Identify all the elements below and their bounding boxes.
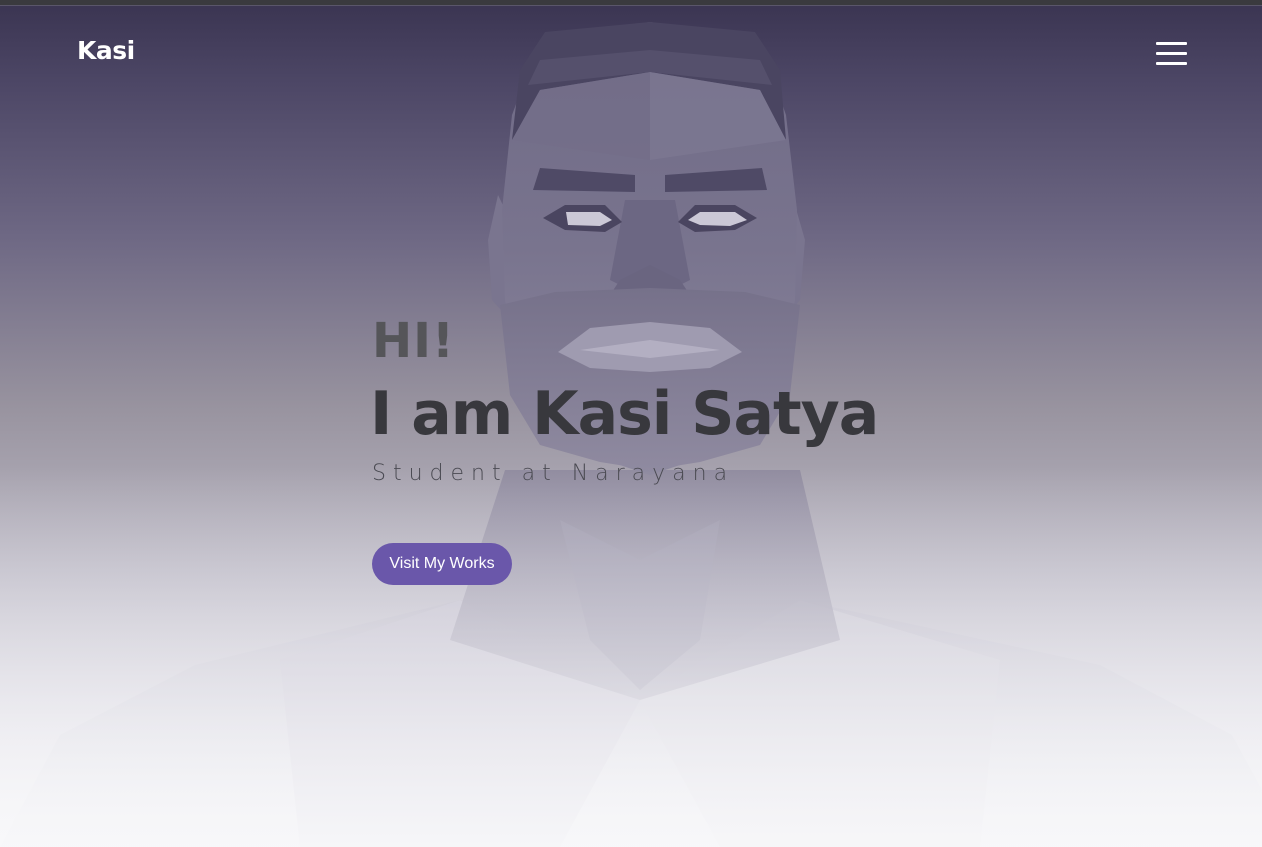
menu-bar-bottom: [1156, 62, 1187, 65]
visit-my-works-button[interactable]: Visit My Works: [372, 543, 512, 585]
menu-bar-middle: [1156, 52, 1187, 55]
site-logo[interactable]: Kasi: [77, 36, 135, 65]
hero-headline: I am Kasi Satya: [370, 379, 879, 449]
menu-bar-top: [1156, 42, 1187, 45]
hero-subtitle: Student at Narayana: [372, 461, 735, 486]
hero-greeting: HI!: [372, 313, 455, 369]
home-page: Kasi HI! I am Kasi Satya Student at Nara…: [0, 0, 1262, 847]
hero-section: HI! I am Kasi Satya Student at Narayana …: [370, 312, 1072, 585]
hamburger-menu-icon[interactable]: [1156, 42, 1187, 66]
